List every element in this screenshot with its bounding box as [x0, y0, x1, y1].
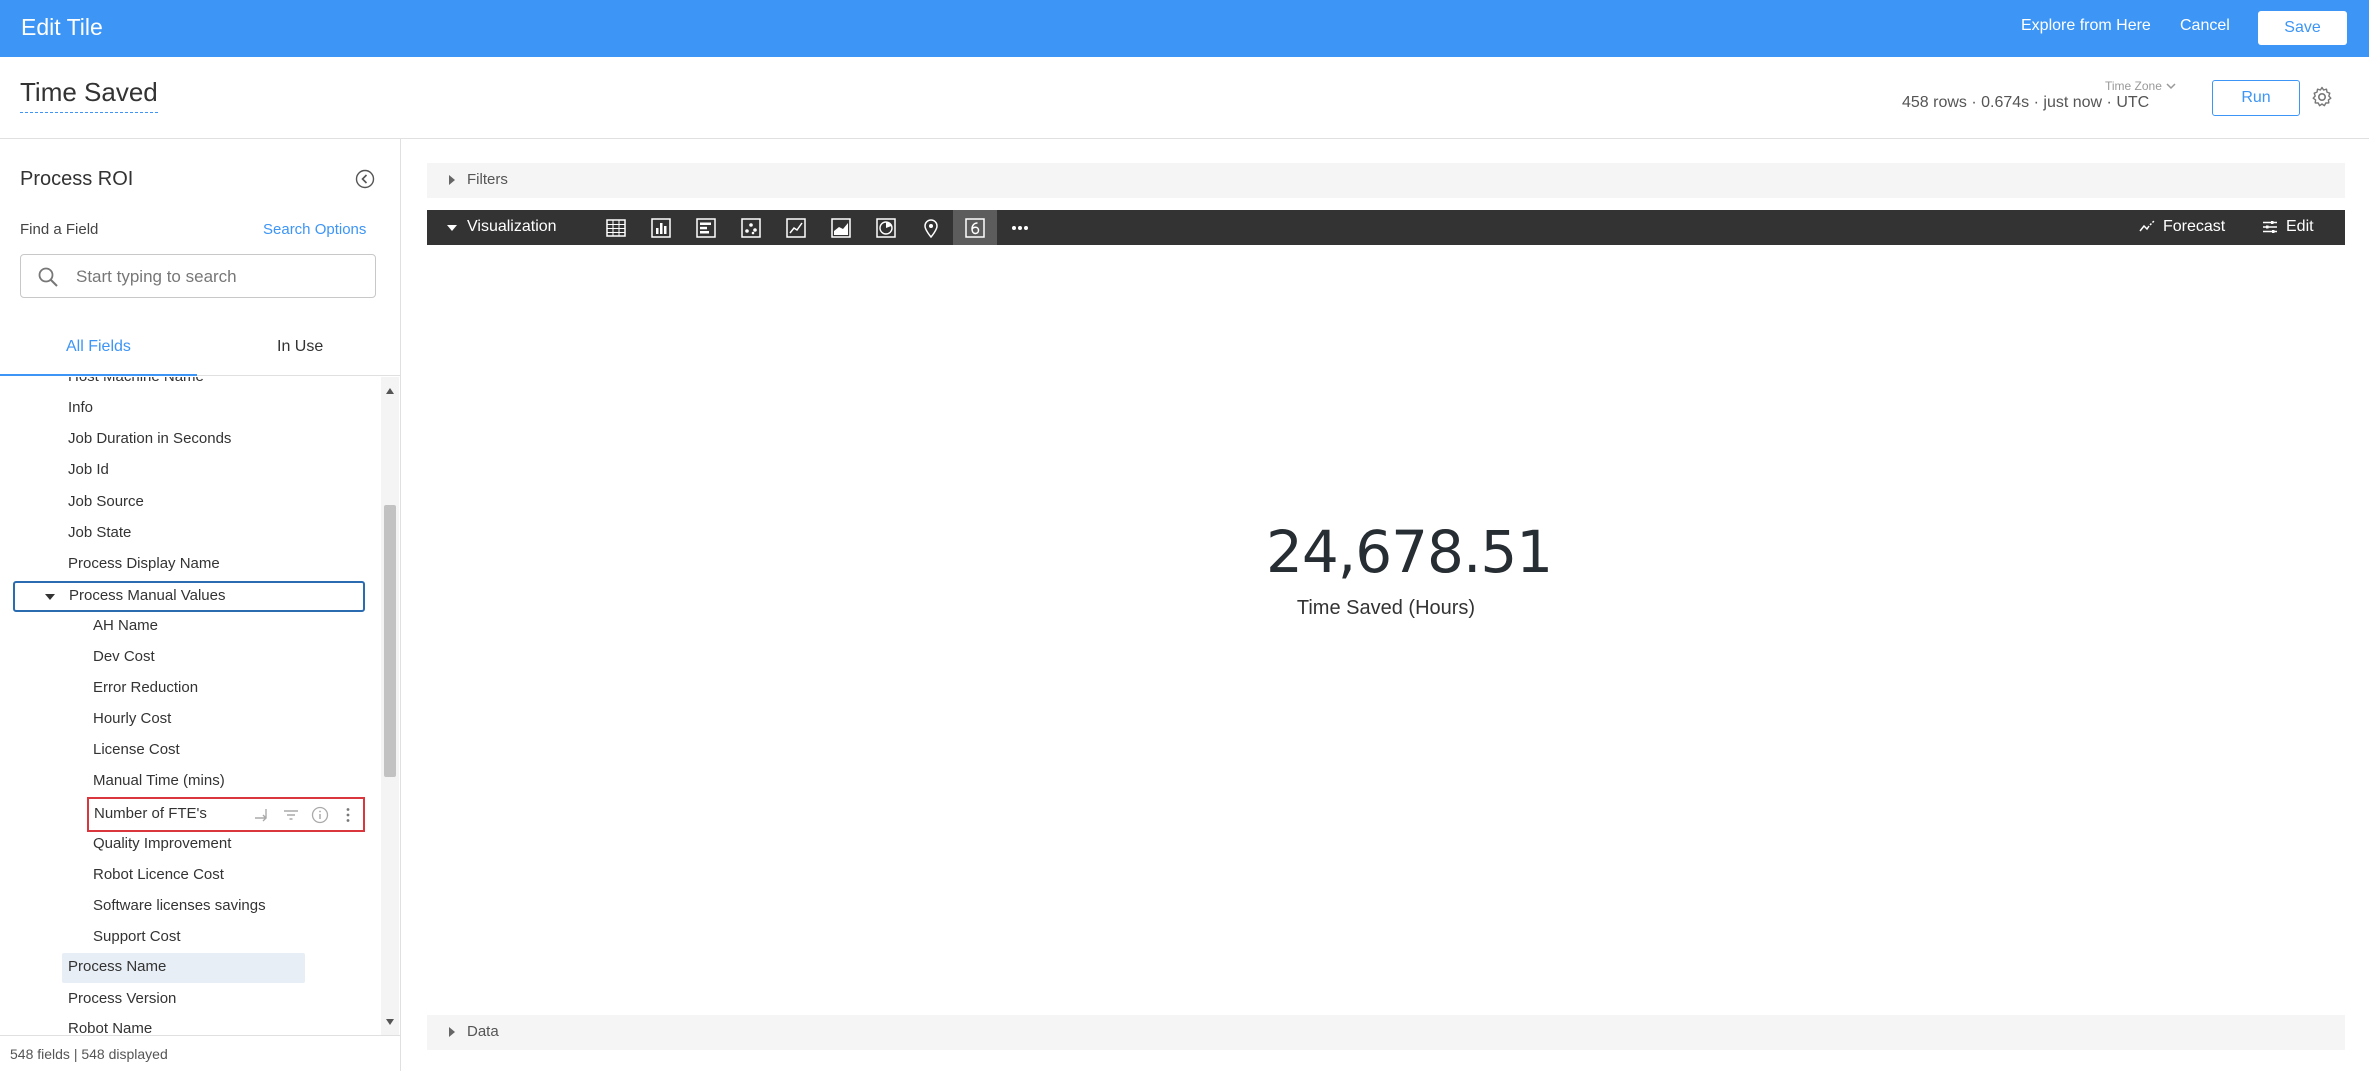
pivot-icon[interactable]: [252, 806, 270, 824]
scrollbar-thumb[interactable]: [384, 505, 396, 777]
explore-from-here-link[interactable]: Explore from Here: [2021, 17, 2151, 35]
map-pin-icon[interactable]: [909, 210, 953, 245]
caret-down-icon[interactable]: [447, 225, 457, 231]
data-section-toggle[interactable]: Data: [427, 1015, 2345, 1050]
collapse-sidebar-icon[interactable]: [355, 169, 375, 189]
field-group-process-manual-values[interactable]: Process Manual Values: [13, 581, 365, 612]
scroll-down-icon[interactable]: [386, 1019, 394, 1025]
time-zone-dropdown[interactable]: Time Zone: [2105, 79, 2176, 93]
field-item[interactable]: Process Version: [68, 990, 176, 1007]
filters-label: Filters: [467, 171, 508, 188]
filters-section-toggle[interactable]: Filters: [427, 163, 2345, 198]
edit-visualization-button[interactable]: Edit: [2262, 218, 2314, 236]
time-zone-label: Time Zone: [2105, 79, 2162, 93]
field-item[interactable]: Info: [68, 399, 93, 416]
visualization-label[interactable]: Visualization: [467, 218, 557, 236]
field-item[interactable]: Error Reduction: [93, 679, 198, 696]
pie-chart-icon[interactable]: [864, 210, 908, 245]
field-item-label: Process Name: [68, 958, 167, 975]
sliders-icon: [2263, 221, 2277, 233]
single-value-number: 24,678.51: [1266, 518, 1553, 586]
search-icon: [38, 267, 58, 287]
field-item[interactable]: Job State: [68, 524, 131, 541]
table-icon[interactable]: [594, 210, 638, 245]
line-chart-icon[interactable]: [774, 210, 818, 245]
column-chart-icon[interactable]: [639, 210, 683, 245]
bar-chart-icon[interactable]: [684, 210, 728, 245]
field-item[interactable]: Manual Time (mins): [93, 772, 225, 789]
field-item[interactable]: Dev Cost: [93, 648, 155, 665]
field-count: 548 fields | 548 displayed: [10, 1046, 168, 1062]
single-value-icon[interactable]: [953, 210, 997, 245]
field-item[interactable]: Host Machine Name: [68, 377, 204, 385]
field-item[interactable]: Job Duration in Seconds: [68, 430, 231, 447]
run-metadata: 458 rows · 0.674s · just now · UTC: [1902, 94, 2150, 111]
field-item-label: Number of FTE's: [94, 805, 207, 822]
gear-icon[interactable]: [2310, 85, 2334, 109]
more-icon[interactable]: [998, 210, 1042, 245]
visualization-bar: Visualization Forecast Edit: [427, 210, 2345, 245]
look-title-input[interactable]: Time Saved: [20, 77, 158, 113]
forecast-icon: [2139, 220, 2155, 232]
info-icon[interactable]: [311, 806, 329, 824]
explore-name: Process ROI: [20, 168, 134, 190]
search-options-link[interactable]: Search Options: [263, 221, 366, 238]
tab-in-use[interactable]: In Use: [277, 338, 323, 356]
field-search-input[interactable]: [76, 263, 366, 291]
active-tab-indicator: [0, 374, 197, 376]
field-search-box: [20, 254, 376, 298]
chevron-down-icon: [2166, 83, 2176, 90]
field-group-label: Process Manual Values: [69, 587, 226, 604]
field-item[interactable]: Software licenses savings: [93, 897, 266, 914]
cancel-button[interactable]: Cancel: [2180, 17, 2230, 35]
edit-label: Edit: [2286, 218, 2314, 235]
data-label: Data: [467, 1023, 499, 1040]
scroll-up-icon[interactable]: [386, 388, 394, 394]
field-item[interactable]: License Cost: [93, 741, 180, 758]
field-item[interactable]: AH Name: [93, 617, 158, 634]
forecast-label: Forecast: [2163, 218, 2226, 235]
sidebar-footer: 548 fields | 548 displayed: [0, 1035, 400, 1071]
field-item[interactable]: Process Display Name: [68, 555, 220, 572]
field-list: Host Machine Name Info Job Duration in S…: [0, 377, 380, 1035]
more-vertical-icon[interactable]: [339, 806, 357, 824]
filter-icon[interactable]: [282, 806, 300, 824]
scatter-icon[interactable]: [729, 210, 773, 245]
caret-down-icon: [45, 594, 55, 600]
field-item[interactable]: Hourly Cost: [93, 710, 171, 727]
tab-all-fields[interactable]: All Fields: [66, 338, 131, 356]
run-button[interactable]: Run: [2212, 80, 2300, 116]
field-item[interactable]: Support Cost: [93, 928, 181, 945]
field-item[interactable]: Robot Licence Cost: [93, 866, 224, 883]
field-item-in-use[interactable]: Process Name: [62, 953, 305, 983]
field-item[interactable]: Job Source: [68, 493, 144, 510]
field-item[interactable]: Quality Improvement: [93, 835, 231, 852]
look-title-row: Time Saved Time Zone 458 rows · 0.674s ·…: [0, 57, 2369, 139]
area-chart-icon[interactable]: [819, 210, 863, 245]
caret-right-icon: [449, 1027, 455, 1037]
save-button[interactable]: Save: [2258, 11, 2347, 45]
field-item-highlighted[interactable]: Number of FTE's: [87, 797, 365, 832]
caret-right-icon: [449, 175, 455, 185]
top-bar: Edit Tile Explore from Here Cancel Save: [0, 0, 2369, 57]
forecast-button[interactable]: Forecast: [2139, 218, 2225, 236]
field-item[interactable]: Robot Name: [68, 1020, 152, 1035]
single-value-label: Time Saved (Hours): [1296, 597, 1476, 619]
field-item[interactable]: Job Id: [68, 461, 109, 478]
field-tabs: All Fields In Use: [0, 322, 400, 376]
page-title: Edit Tile: [21, 14, 103, 40]
find-field-label: Find a Field: [20, 221, 99, 238]
field-picker-sidebar: Process ROI Find a Field Search Options …: [0, 139, 401, 1071]
